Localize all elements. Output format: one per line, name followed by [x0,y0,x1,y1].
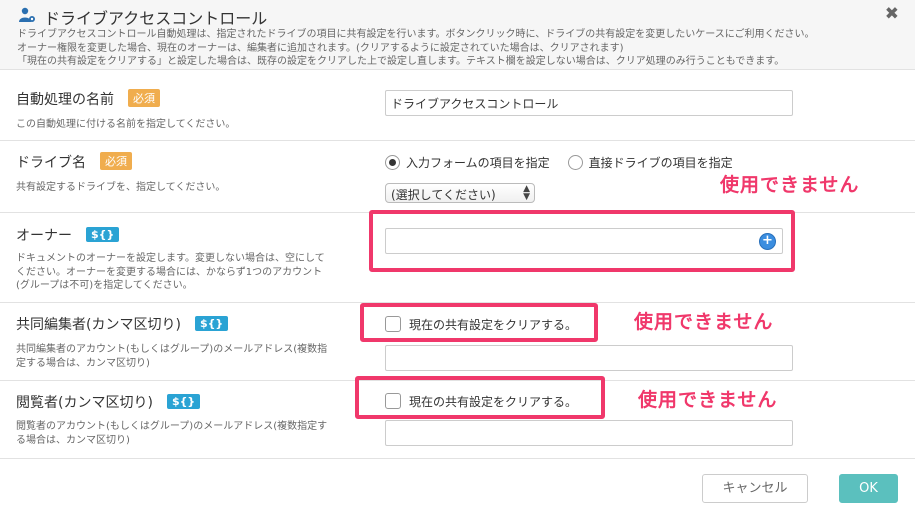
viewers-help-line: る場合は、カンマ区切り) [16,434,130,446]
drive-access-control-dialog: ドライブアクセスコントロール ✖ ドライブアクセスコントロール自動処理は、指定さ… [0,0,915,520]
required-badge: 必須 [128,89,160,107]
owner-help: ドキュメントのオーナーを設定します。変更しない場合は、空にして ください。オーナ… [16,252,325,293]
name-row: 自動処理の名前 必須 この自動処理に付ける名前を指定してください。 ドライブアクセ… [0,70,915,141]
dialog-title: ドライブアクセスコントロール [44,9,268,28]
editors-input[interactable] [385,345,793,371]
owner-help-line: ください。オーナーを変更する場合には、かならず1つのアカウント [16,266,323,278]
name-label: 自動処理の名前 [16,92,114,108]
radio-direct-drive-label[interactable]: 直接ドライブの項目を指定 [589,154,733,171]
name-help: この自動処理に付ける名前を指定してください。 [16,119,236,130]
drive-label-wrap: ドライブ名 必須 [16,152,132,172]
description-line: 「現在の共有設定をクリアする」と設定した場合は、既存の設定をクリアした上で設定し… [17,56,785,67]
drive-help: 共有設定するドライブを、指定してください。 [16,182,226,193]
variable-badge[interactable]: ${} [86,227,120,242]
editors-unavailable-note: 使用できません [634,311,774,333]
owner-label-wrap: オーナー ${} [16,225,120,245]
dialog-description: ドライブアクセスコントロール自動処理は、指定されたドライブの項目に共有設定を行い… [17,28,905,69]
viewers-help: 閲覧者のアカウント(もしくはグループ)のメールアドレス(複数指定す る場合は、カ… [16,420,327,447]
variable-badge[interactable]: ${} [194,316,229,331]
viewers-highlight-box [355,376,605,419]
editors-help-line: 定する場合は、カンマ区切り) [16,357,150,369]
required-badge: 必須 [100,152,132,170]
viewers-unavailable-note: 使用できません [638,389,778,411]
editors-label: 共同編集者(カンマ区切り) [16,317,181,333]
description-line: ドライブアクセスコントロール自動処理は、指定されたドライブの項目に共有設定を行い… [17,29,815,40]
owner-label: オーナー [16,228,72,244]
drive-select[interactable]: (選択してください) ▲ ▼ [385,183,535,203]
owner-highlight-box [369,210,795,272]
editors-help-line: 共同編集者のアカウント(もしくはグループ)のメールアドレス(複数指 [16,344,328,355]
viewers-input[interactable] [385,420,793,446]
editors-label-wrap: 共同編集者(カンマ区切り) ${} [16,314,229,334]
drive-unavailable-note: 使用できません [720,174,860,196]
dialog-header: ドライブアクセスコントロール ✖ ドライブアクセスコントロール自動処理は、指定さ… [0,0,915,70]
cancel-button[interactable]: キャンセル [702,474,808,503]
variable-badge[interactable]: ${} [166,394,201,409]
description-line: オーナー権限を変更した場合、現在のオーナーは、編集者に追加されます。(クリアする… [17,42,624,54]
viewers-help-line: 閲覧者のアカウント(もしくはグループ)のメールアドレス(複数指定す [16,421,328,432]
editors-help: 共同編集者のアカウント(もしくはグループ)のメールアドレス(複数指 定する場合は… [16,343,327,370]
drive-select-value: (選択してください) [391,188,496,202]
updown-arrow-icon: ▲ ▼ [523,184,530,202]
name-label-wrap: 自動処理の名前 必須 [16,89,160,109]
owner-help-line: (グループは不可)を指定してください。 [16,280,193,291]
ok-button[interactable]: OK [839,474,898,503]
owner-help-line: ドキュメントのオーナーを設定します。変更しない場合は、空にして [16,253,325,264]
editors-highlight-box [360,303,598,342]
close-icon[interactable]: ✖ [885,4,899,24]
radio-direct-drive[interactable] [567,154,583,170]
viewers-label: 閲覧者(カンマ区切り) [16,395,153,411]
radio-form-item[interactable] [385,154,400,170]
drive-radio-group: 入力フォームの項目を指定 直接ドライブの項目を指定 [385,153,733,171]
name-input[interactable]: ドライブアクセスコントロール [385,90,793,116]
viewers-label-wrap: 閲覧者(カンマ区切り) ${} [16,392,201,412]
radio-form-item-label[interactable]: 入力フォームの項目を指定 [406,154,550,171]
user-settings-icon [19,7,35,22]
drive-label: ドライブ名 [16,155,86,171]
